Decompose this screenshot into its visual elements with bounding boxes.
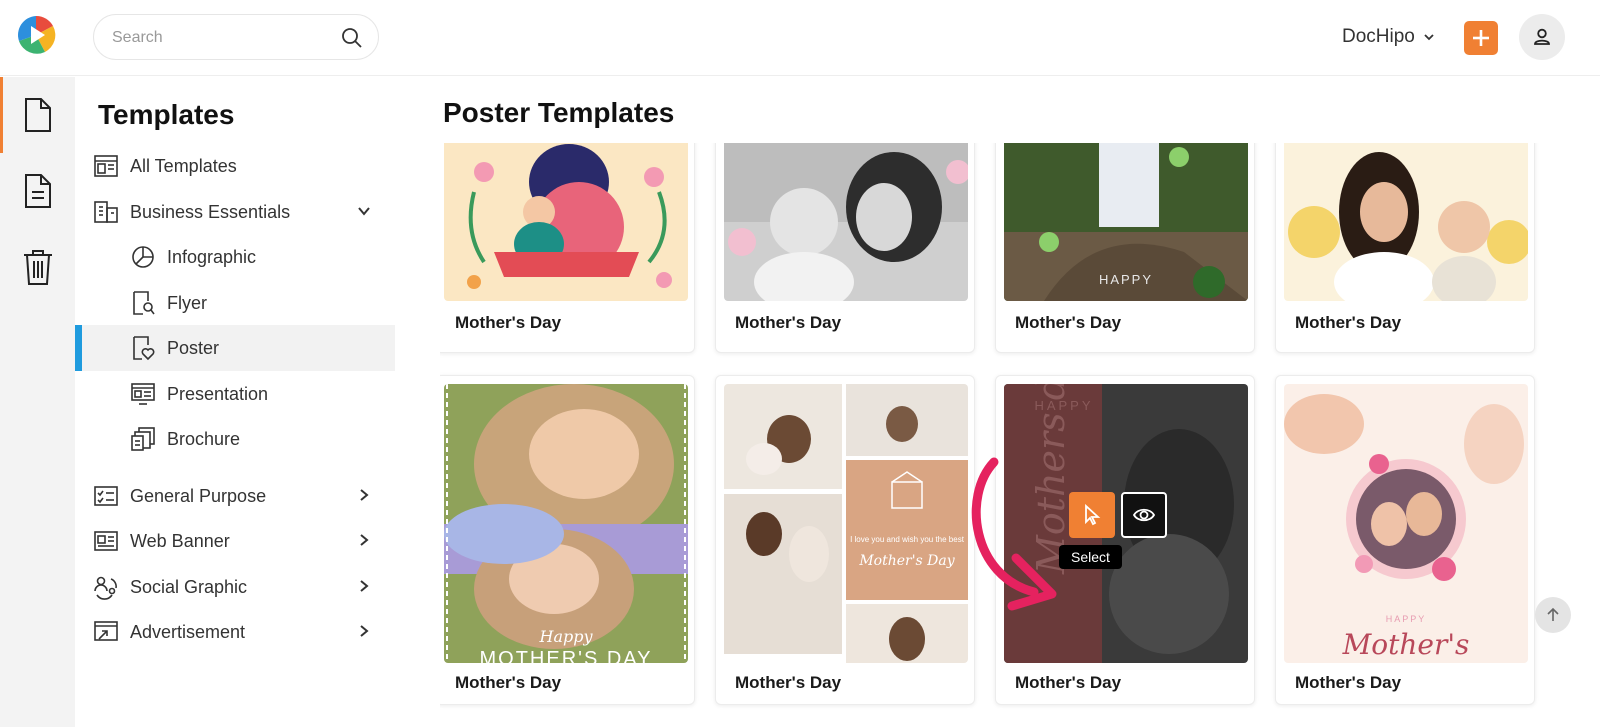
pie-chart-icon: [132, 246, 154, 268]
sidebar-title: Templates: [98, 99, 235, 130]
eye-icon: [1132, 508, 1156, 522]
sidebar-item-label: Business Essentials: [130, 202, 291, 222]
rail-trash[interactable]: [0, 229, 75, 305]
sidebar-item-label: Flyer: [167, 293, 207, 313]
template-title: Mother's Day: [1295, 673, 1402, 692]
callout-arrow-icon: [971, 457, 1057, 611]
template-card[interactable]: Mother's Day: [1275, 143, 1535, 353]
user-icon: [1534, 28, 1550, 45]
sidebar-item-all-templates[interactable]: All Templates: [75, 143, 395, 189]
sidebar-item-label: Brochure: [167, 429, 241, 449]
arrow-up-icon: [1547, 607, 1559, 621]
sidebar-item-infographic[interactable]: Infographic: [75, 234, 395, 280]
social-graphic-icon: [94, 576, 117, 600]
sidebar-item-brochure[interactable]: Brochure: [75, 416, 395, 462]
user-avatar-button[interactable]: [1519, 14, 1565, 60]
thumbnail-text: HAPPY: [1386, 614, 1427, 624]
page-title: Poster Templates: [443, 97, 675, 128]
rail-my-designs[interactable]: [0, 153, 75, 229]
preview-template-button[interactable]: [1121, 492, 1167, 538]
chevron-right-icon: [360, 580, 369, 592]
flyer-icon: [133, 291, 155, 315]
template-card[interactable]: Mother's Day: [715, 143, 975, 353]
search-input[interactable]: [112, 27, 322, 49]
thumbnail-text: Mother's: [1342, 628, 1470, 661]
sidebar-item-advertisement[interactable]: Advertisement: [75, 609, 395, 655]
web-banner-icon: [94, 531, 118, 551]
checklist-icon: [94, 486, 118, 506]
account-dropdown[interactable]: DocHipo: [1342, 24, 1435, 50]
sidebar-item-label: General Purpose: [130, 486, 267, 506]
sidebar-item-label: Social Graphic: [130, 577, 248, 597]
sidebar-item-general-purpose[interactable]: General Purpose: [75, 473, 395, 519]
sidebar-item-label: Poster: [167, 338, 220, 358]
template-card[interactable]: HAPPY Mother's Mother's Day: [1275, 375, 1535, 705]
template-thumbnail: [1284, 143, 1528, 301]
chevron-right-icon: [360, 625, 369, 637]
sidebar-item-poster[interactable]: Poster: [75, 325, 395, 371]
sidebar-item-label: Presentation: [167, 384, 269, 404]
template-card[interactable]: HAPPY Mother's Day: [995, 143, 1255, 353]
thumbnail-text: I love you and wish you the best: [850, 535, 965, 544]
template-title: Mother's Day: [1015, 673, 1122, 692]
template-title: Mother's Day: [1015, 313, 1122, 332]
template-thumbnail: I love you and wish you the best Mother'…: [724, 384, 968, 663]
template-thumbnail: [444, 143, 688, 301]
sidebar-item-label: Advertisement: [130, 622, 246, 642]
sidebar-item-label: Web Banner: [130, 531, 230, 551]
sidebar-item-label: Infographic: [167, 247, 257, 267]
sidebar-item-presentation[interactable]: Presentation: [75, 371, 395, 417]
sidebar-item-business-essentials[interactable]: Business Essentials: [75, 189, 395, 235]
advertisement-icon: [94, 621, 118, 641]
presentation-icon: [131, 383, 155, 405]
sidebar-item-social-graphic[interactable]: Social Graphic: [75, 564, 395, 610]
plus-icon: [1473, 30, 1489, 46]
chevron-down-icon: [1424, 34, 1434, 41]
template-card[interactable]: Happy MOTHER'S DAY Mother's Day: [440, 375, 695, 705]
template-thumbnail: [724, 143, 968, 301]
template-title: Mother's Day: [735, 313, 842, 332]
template-thumbnail: Happy MOTHER'S DAY: [444, 384, 688, 663]
account-name: DocHipo: [1342, 26, 1415, 47]
rail-documents[interactable]: [0, 77, 75, 153]
chevron-right-icon: [360, 489, 369, 501]
list-document-icon: [24, 174, 51, 208]
sidebar-item-label: All Templates: [130, 156, 237, 176]
left-rail: [0, 77, 75, 727]
brochure-icon: [131, 427, 155, 451]
template-title: Mother's Day: [455, 313, 562, 332]
thumbnail-text: MOTHER'S DAY: [479, 648, 652, 663]
sidebar-item-flyer[interactable]: Flyer: [75, 280, 395, 326]
chevron-down-icon: [358, 207, 370, 216]
template-grid: Mother's Day Mother's Day HAPPY Mother's…: [440, 143, 1560, 727]
thumbnail-text: Happy: [538, 627, 593, 646]
chevron-right-icon: [360, 534, 369, 546]
template-title: Mother's Day: [1295, 313, 1402, 332]
thumbnail-text: HAPPY: [1099, 272, 1153, 287]
document-icon: [24, 98, 51, 132]
thumbnail-text: HAPPY: [1034, 398, 1093, 413]
sidebar-item-web-banner[interactable]: Web Banner: [75, 518, 395, 564]
dochipo-logo[interactable]: [15, 14, 57, 56]
template-card[interactable]: Mother's Day: [440, 143, 695, 353]
template-title: Mother's Day: [735, 673, 842, 692]
search-icon[interactable]: [340, 26, 364, 50]
search-box: [93, 14, 379, 60]
template-thumbnail: HAPPY Mother's: [1284, 384, 1528, 663]
top-bar: DocHipo: [0, 0, 1600, 76]
template-card[interactable]: I love you and wish you the best Mother'…: [715, 375, 975, 705]
all-templates-icon: [94, 155, 118, 177]
scroll-to-top-button[interactable]: [1535, 597, 1571, 633]
templates-sidebar: Templates All Templates Business Essenti…: [75, 77, 395, 727]
thumbnail-text: Mother's Day: [858, 553, 955, 569]
cursor-pointer-icon: [1085, 504, 1101, 526]
building-icon: [94, 201, 118, 223]
template-thumbnail: HAPPY: [1004, 143, 1248, 301]
main-content: Poster Templates Mother's Day Mother's D…: [395, 77, 1600, 727]
create-new-button[interactable]: [1464, 21, 1498, 55]
template-title: Mother's Day: [455, 673, 562, 692]
template-card[interactable]: Mothers day HAPPY Select Mother's Day: [971, 375, 1255, 705]
trash-icon: [23, 250, 52, 285]
poster-heart-icon: [133, 336, 155, 361]
